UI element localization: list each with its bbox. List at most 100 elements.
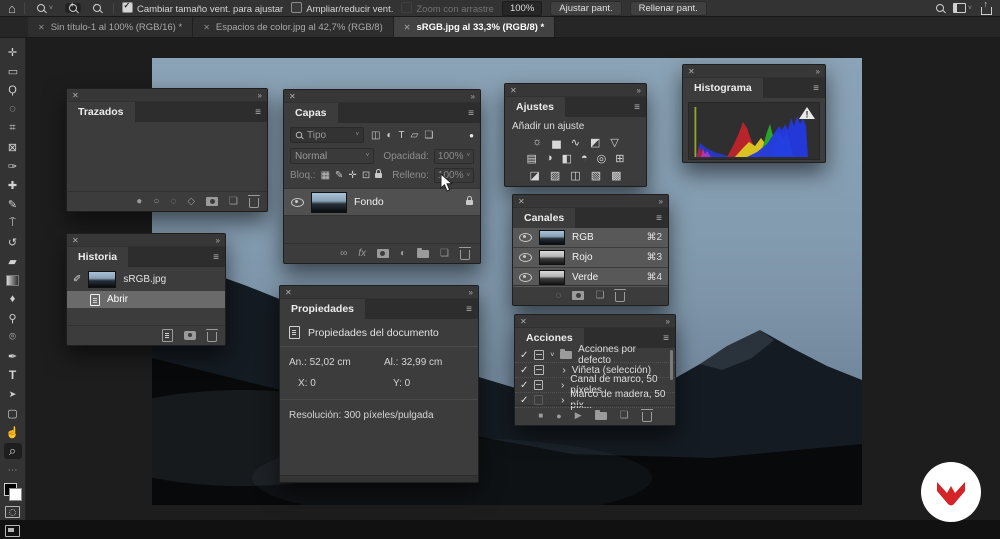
load-channel-selection-icon[interactable]: ◌ <box>556 290 562 301</box>
link-layers-icon[interactable]: ∞ <box>340 248 347 259</box>
crop-tool[interactable]: ⌗ <box>4 120 22 136</box>
new-group-folder-icon[interactable] <box>417 250 429 258</box>
layer-name[interactable]: Fondo <box>354 196 384 208</box>
tab-acciones[interactable]: Acciones <box>515 328 584 348</box>
new-channel-icon[interactable]: ❏ <box>595 290 604 301</box>
zoom-percentage-field[interactable]: 100% <box>502 1 542 16</box>
quick-selection-tool[interactable]: ◌ <box>4 101 22 117</box>
history-source-icon[interactable]: ✐ <box>73 274 81 285</box>
trash-icon[interactable] <box>615 292 625 302</box>
color-swatches[interactable] <box>4 483 22 501</box>
gradient-tool[interactable] <box>4 272 22 288</box>
background-color-swatch[interactable] <box>9 488 22 501</box>
add-mask-icon[interactable] <box>377 249 389 258</box>
posterize-icon[interactable]: ▨ <box>550 169 560 182</box>
quick-mask-button[interactable] <box>4 504 22 520</box>
chevron-right-icon[interactable]: › <box>562 365 565 376</box>
levels-icon[interactable]: ▅ <box>552 136 560 149</box>
channel-row-rojo[interactable]: Rojo ⌘3 <box>513 248 668 268</box>
invert-icon[interactable]: ◪ <box>529 169 539 182</box>
lock-artboard-icon[interactable]: ⊡ <box>362 170 370 181</box>
gradient-map-icon[interactable]: ▩ <box>611 169 621 182</box>
collapse-icon[interactable]: » <box>666 317 670 326</box>
blur-tool[interactable]: ♦ <box>4 291 22 307</box>
record-icon[interactable]: ● <box>556 411 561 421</box>
healing-brush-tool[interactable]: ✚ <box>4 177 22 193</box>
layer-filter-select[interactable]: Tipo ˅ <box>290 127 364 143</box>
layer-style-fx-icon[interactable]: fx <box>358 248 366 259</box>
type-layer-filter-icon[interactable]: T <box>399 130 405 141</box>
tab-srgb-active[interactable]: ✕ sRGB.jpg al 33,3% (RGB/8) * <box>394 17 555 37</box>
new-set-folder-icon[interactable] <box>595 412 607 420</box>
share-icon[interactable] <box>981 7 992 15</box>
history-snapshot-row[interactable]: ✐ sRGB.jpg <box>67 267 225 291</box>
zoom-resize-checkbox[interactable]: Ampliar/reducir vent. <box>291 2 393 15</box>
panel-menu-icon[interactable]: ≡ <box>813 83 825 94</box>
channel-visibility-eye-icon[interactable] <box>519 253 532 262</box>
brightness-contrast-icon[interactable]: ☼ <box>532 136 542 149</box>
collapse-icon[interactable]: » <box>216 236 220 245</box>
tab-canales[interactable]: Canales <box>513 208 575 228</box>
panel-resize-edge[interactable] <box>280 475 478 482</box>
photo-filter-icon[interactable]: ◓ <box>581 152 588 165</box>
path-selection-tool[interactable]: ➤ <box>4 386 22 402</box>
new-action-icon[interactable]: ❏ <box>620 410 629 421</box>
channel-visibility-eye-icon[interactable] <box>519 233 532 242</box>
history-brush-tool[interactable]: ↺ <box>4 234 22 250</box>
shape-layer-filter-icon[interactable]: ▱ <box>411 130 419 141</box>
layer-row-fondo[interactable]: Fondo <box>284 188 480 216</box>
snapshot-camera-icon[interactable] <box>184 331 196 340</box>
check-icon[interactable]: ✓ <box>520 365 528 376</box>
blend-mode-select[interactable]: Normal ˅ <box>290 148 374 164</box>
tab-propiedades[interactable]: Propiedades <box>280 299 365 319</box>
shape-tool[interactable]: ▢ <box>4 405 22 421</box>
make-work-path-icon[interactable]: ◇ <box>187 196 195 207</box>
adjustment-layer-filter-icon[interactable]: ◐ <box>386 130 392 141</box>
trash-icon[interactable] <box>249 198 259 208</box>
color-lookup-icon[interactable]: ⊞ <box>615 152 624 165</box>
marquee-tool[interactable]: ▭ <box>4 63 22 79</box>
check-icon[interactable]: ✓ <box>520 380 528 391</box>
load-selection-icon[interactable]: ◌ <box>170 196 176 207</box>
opacity-field[interactable]: 100% ˅ <box>434 149 474 164</box>
eraser-tool[interactable]: ▰ <box>4 253 22 269</box>
chevron-right-icon[interactable]: › <box>561 380 564 391</box>
panel-menu-icon[interactable]: ≡ <box>213 252 225 263</box>
new-layer-icon[interactable]: ❏ <box>440 248 449 259</box>
close-icon[interactable]: ✕ <box>289 92 296 101</box>
history-state-row-selected[interactable]: Abrir <box>67 291 225 308</box>
tab-sin-titulo[interactable]: ✕ Sin título-1 al 100% (RGB/16) * <box>28 17 193 37</box>
stroke-path-icon[interactable]: ○ <box>153 196 159 207</box>
hue-saturation-icon[interactable]: ▤ <box>527 152 537 165</box>
new-doc-from-state-icon[interactable] <box>162 329 173 342</box>
fill-screen-button[interactable]: Rellenar pant. <box>630 1 707 16</box>
tab-historia[interactable]: Historia <box>67 247 128 267</box>
dodge-tool[interactable]: ⚲ <box>4 310 22 326</box>
trash-icon[interactable] <box>207 332 217 342</box>
color-balance-icon[interactable]: ◑ <box>546 152 553 165</box>
play-icon[interactable]: ▶ <box>575 410 582 421</box>
close-icon[interactable]: ✕ <box>688 67 695 76</box>
edit-toolbar-button[interactable]: ⋯ <box>4 462 22 478</box>
lock-pixels-icon[interactable]: ✎ <box>335 170 343 181</box>
check-icon[interactable]: ✓ <box>520 350 528 361</box>
channel-row-rgb[interactable]: RGB ⌘2 <box>513 228 668 248</box>
fit-screen-button[interactable]: Ajustar pant. <box>550 1 621 16</box>
zoom-out-button[interactable]: − <box>89 3 105 13</box>
trash-icon[interactable] <box>460 250 470 260</box>
channel-visibility-eye-icon[interactable] <box>519 273 532 282</box>
lock-all-icon[interactable] <box>375 173 382 178</box>
home-icon[interactable]: ⌂ <box>8 2 16 15</box>
lasso-tool[interactable]: Ϙ <box>4 82 22 98</box>
close-icon[interactable]: ✕ <box>203 23 210 32</box>
close-icon[interactable]: ✕ <box>72 236 79 245</box>
tab-espacios-de-color[interactable]: ✕ Espacios de color.jpg al 42,7% (RGB/8) <box>193 17 394 37</box>
scrollbar[interactable] <box>670 350 673 380</box>
action-set-row[interactable]: ✓ ˅ Acciones por defecto <box>515 348 675 363</box>
tab-ajustes[interactable]: Ajustes <box>505 97 565 117</box>
filter-toggle-icon[interactable]: ● <box>469 131 474 140</box>
close-icon[interactable]: ✕ <box>72 91 79 100</box>
zoom-tool[interactable]: ⌕ <box>4 443 22 459</box>
fill-path-icon[interactable]: ● <box>136 196 142 207</box>
save-selection-icon[interactable] <box>572 291 584 300</box>
